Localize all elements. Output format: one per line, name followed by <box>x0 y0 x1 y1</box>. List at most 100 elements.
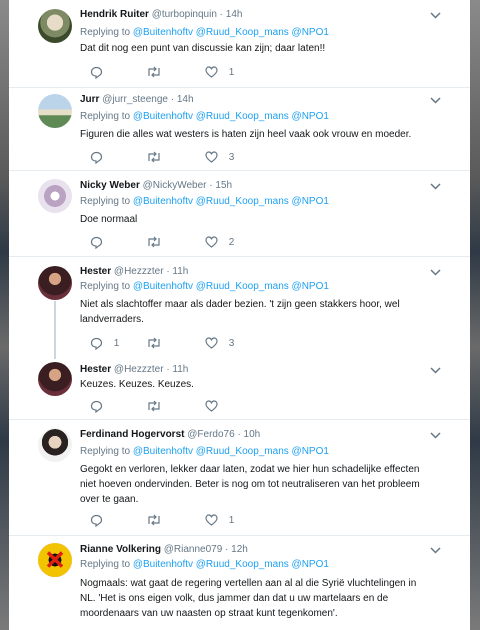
chevron-down-icon[interactable] <box>429 268 441 278</box>
heart-icon <box>205 400 218 412</box>
heart-icon <box>205 337 218 350</box>
handle[interactable]: @NickyWeber <box>143 180 207 191</box>
thread-connector <box>54 301 56 359</box>
handle[interactable]: @turbopinquin <box>152 9 217 20</box>
retweet-button[interactable] <box>146 514 162 528</box>
replying-to-links[interactable]: @Buitenhoftv @Ruud_Koop_mans @NPO1 <box>133 559 329 570</box>
chevron-down-icon[interactable] <box>429 96 441 106</box>
retweet-button[interactable] <box>146 151 162 165</box>
display-name[interactable]: Hester <box>80 364 111 375</box>
chevron-down-icon[interactable] <box>429 431 441 441</box>
chevron-down-icon[interactable] <box>429 366 441 376</box>
heart-icon <box>205 236 218 249</box>
reply-icon <box>90 236 103 249</box>
chevron-down-icon[interactable] <box>429 11 441 21</box>
retweet-icon <box>148 236 160 248</box>
retweet-icon <box>148 514 160 526</box>
timestamp[interactable]: · 14h <box>171 94 194 105</box>
retweet-button[interactable] <box>146 400 162 414</box>
replying-to: Replying to @Buitenhoftv @Ruud_Koop_mans… <box>80 446 329 457</box>
like-button[interactable]: 3 <box>205 151 234 165</box>
tweet-actions: 2 <box>80 236 380 250</box>
like-button[interactable]: 1 <box>205 66 234 80</box>
tweet-item[interactable]: Hendrik Ruiter @turbopinquin · 14h Reply… <box>9 0 470 88</box>
replying-to: Replying to @Buitenhoftv @Ruud_Koop_mans… <box>80 111 329 122</box>
timestamp[interactable]: · 12h <box>225 544 248 555</box>
display-name[interactable]: Hendrik Ruiter <box>80 9 149 20</box>
avatar[interactable] <box>38 266 72 300</box>
tweet-actions: 3 <box>80 151 380 165</box>
replying-to-links[interactable]: @Buitenhoftv @Ruud_Koop_mans @NPO1 <box>133 196 329 207</box>
tweet-actions: 1 <box>80 66 380 80</box>
replying-to-links[interactable]: @Buitenhoftv @Ruud_Koop_mans @NPO1 <box>133 111 329 122</box>
heart-icon <box>205 151 218 164</box>
reply-button[interactable] <box>90 151 103 165</box>
avatar[interactable] <box>38 428 72 462</box>
handle[interactable]: @jurr_steenge <box>102 94 168 105</box>
background-left <box>0 0 9 630</box>
tweet-item[interactable]: Nicky Weber @NickyWeber · 15h Replying t… <box>9 171 470 257</box>
reply-icon <box>90 66 103 79</box>
replying-to: Replying to @Buitenhoftv @Ruud_Koop_mans… <box>80 559 329 570</box>
avatar[interactable] <box>38 9 72 43</box>
retweet-icon <box>148 151 160 163</box>
handle[interactable]: @Ferdo76 <box>187 429 234 440</box>
heart-icon <box>205 66 218 79</box>
like-button[interactable]: 1 <box>205 514 234 528</box>
replying-to: Replying to @Buitenhoftv @Ruud_Koop_mans… <box>80 281 329 292</box>
tweet-header: Jurr @jurr_steenge · 14h <box>80 94 194 105</box>
reply-count: 1 <box>113 338 120 350</box>
tweet-text: Dat dit nog een punt van discussie kan z… <box>80 43 326 54</box>
reply-button[interactable] <box>90 514 103 528</box>
like-count: 3 <box>228 152 235 163</box>
chevron-down-icon[interactable] <box>429 182 441 192</box>
retweet-icon <box>148 66 160 78</box>
timestamp[interactable]: · 10h <box>237 429 260 440</box>
reply-button[interactable]: 1 <box>90 337 119 351</box>
reply-icon <box>90 151 103 164</box>
timestamp[interactable]: · 15h <box>209 180 232 191</box>
tweet-item[interactable]: Ferdinand Hogervorst @Ferdo76 · 10h Repl… <box>9 420 470 536</box>
reply-button[interactable] <box>90 236 103 250</box>
display-name[interactable]: Rianne Volkering <box>80 544 161 555</box>
timestamp[interactable]: · 14h <box>220 9 243 20</box>
display-name[interactable]: Hester <box>80 266 111 277</box>
handle[interactable]: @Hezzzter <box>114 266 164 277</box>
avatar[interactable] <box>38 94 72 128</box>
reply-icon <box>90 514 103 527</box>
tweet-item[interactable]: ✕ Rianne Volkering @Rianne079 · 12h Repl… <box>9 536 470 630</box>
tweet-item[interactable]: Jurr @jurr_steenge · 14h Replying to @Bu… <box>9 88 470 171</box>
display-name[interactable]: Nicky Weber <box>80 180 140 191</box>
timestamp[interactable]: · 11h <box>166 266 188 277</box>
handle[interactable]: @Rianne079 <box>164 544 223 555</box>
like-button[interactable]: 2 <box>205 236 234 250</box>
tweet-text: Gegokt en verloren, lekker daar laten, z… <box>80 464 420 505</box>
display-name[interactable]: Ferdinand Hogervorst <box>80 429 184 440</box>
avatar[interactable] <box>38 179 72 213</box>
replying-to-links[interactable]: @Buitenhoftv @Ruud_Koop_mans @NPO1 <box>133 446 329 457</box>
thread-group: Hester @Hezzzter · 11h Replying to @Buit… <box>9 257 470 420</box>
avatar[interactable]: ✕ <box>38 543 72 577</box>
reply-button[interactable] <box>90 66 103 80</box>
tweet-actions: 1 <box>80 514 380 528</box>
handle[interactable]: @Hezzzter <box>114 364 164 375</box>
reply-icon <box>90 337 103 350</box>
like-count: 3 <box>228 338 235 349</box>
replying-to-links[interactable]: @Buitenhoftv @Ruud_Koop_mans @NPO1 <box>133 27 329 38</box>
like-button[interactable] <box>205 400 218 414</box>
replying-to: Replying to @Buitenhoftv @Ruud_Koop_mans… <box>80 196 329 207</box>
retweet-button[interactable] <box>146 337 162 351</box>
timestamp[interactable]: · 11h <box>166 364 188 375</box>
retweet-button[interactable] <box>146 66 162 80</box>
replying-to-links[interactable]: @Buitenhoftv @Ruud_Koop_mans @NPO1 <box>133 281 329 292</box>
retweet-icon <box>148 400 160 412</box>
reply-button[interactable] <box>90 400 103 414</box>
display-name[interactable]: Jurr <box>80 94 99 105</box>
chevron-down-icon[interactable] <box>429 546 441 556</box>
like-button[interactable]: 3 <box>205 337 234 351</box>
like-count: 2 <box>228 237 235 248</box>
retweet-button[interactable] <box>146 236 162 250</box>
tweet-header: Hester @Hezzzter · 11h <box>80 266 188 277</box>
avatar[interactable] <box>38 362 72 396</box>
tweet-actions <box>80 400 380 414</box>
